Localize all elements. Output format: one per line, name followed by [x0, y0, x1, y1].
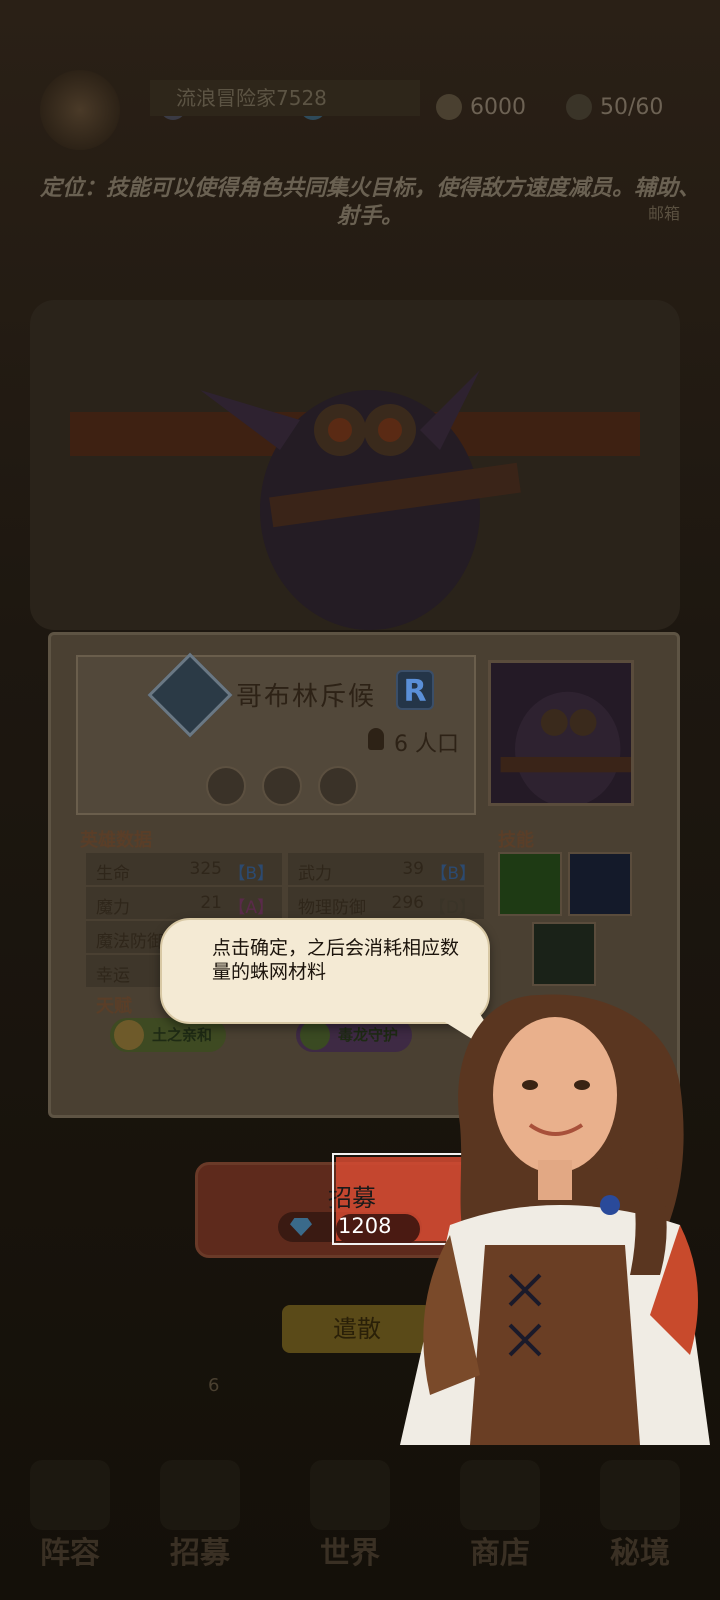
- hero-stats-title: 英雄数据: [80, 830, 152, 851]
- hero-population: 6 人口: [394, 732, 459, 757]
- nav-shop[interactable]: 商店: [440, 1528, 560, 1572]
- player-nickname: 流浪冒险家7528: [150, 80, 420, 116]
- rarity-badge: R: [396, 670, 434, 710]
- stat-value: 39: [402, 859, 424, 879]
- nav-world[interactable]: 世界: [290, 1528, 410, 1572]
- recruit-cost: 1208: [338, 1214, 392, 1238]
- race-goblin-icon[interactable]: [206, 766, 246, 806]
- stat-grade: 【D】: [428, 898, 476, 918]
- stat-key: 魔法防御: [96, 932, 164, 952]
- resource-population: 50/60: [566, 90, 663, 124]
- world-icon[interactable]: [310, 1460, 390, 1530]
- resource-gold: 6000: [436, 90, 526, 124]
- stat-key: 幸运: [96, 966, 130, 986]
- stat-grade: 【B】: [430, 864, 476, 884]
- talent-label: 土之亲和: [152, 1026, 213, 1044]
- guide-character: [400, 994, 710, 1445]
- recruit-button-label[interactable]: 招募: [328, 1178, 376, 1213]
- talent-icon: [300, 1020, 330, 1050]
- skill-bow-icon[interactable]: [498, 852, 562, 916]
- lineup-icon[interactable]: [30, 1460, 110, 1530]
- talent-label: 毒龙守护: [338, 1026, 399, 1044]
- stat-grade: 【A】: [228, 898, 274, 918]
- resource-population-value: 50/60: [600, 94, 664, 120]
- recruit-icon[interactable]: [160, 1460, 240, 1530]
- stat-grade: 【B】: [228, 864, 274, 884]
- nav-secret-realm[interactable]: 秘境: [580, 1528, 700, 1572]
- skills-title: 技能: [498, 830, 534, 851]
- stat-key: 生命: [96, 864, 130, 884]
- population-icon: [368, 728, 384, 750]
- shop-icon[interactable]: [460, 1460, 540, 1530]
- type-humanoid-icon[interactable]: [318, 766, 358, 806]
- stat-key: 武力: [298, 864, 332, 884]
- nav-recruit[interactable]: 招募: [140, 1528, 260, 1572]
- stat-key: 魔力: [96, 898, 130, 918]
- hero-portrait[interactable]: [488, 660, 634, 806]
- stat-key: 物理防御: [298, 898, 366, 918]
- gold-coin-icon: [436, 94, 462, 120]
- nav-lineup[interactable]: 阵容: [10, 1528, 130, 1572]
- person-icon: [566, 94, 592, 120]
- bottom-nav: 阵容 招募 世界 商店 秘境: [0, 1450, 720, 1600]
- resource-gold-value: 6000: [470, 94, 526, 120]
- hero-role-description: 定位：技能可以使得角色共同集火目标，使得敌方速度减员。辅助、射手。: [40, 176, 701, 229]
- hero-name: 哥布林斥候: [236, 682, 377, 712]
- stat-row: 物理防御 296 【D】: [288, 887, 484, 919]
- stat-row: 魔力 21 【A】: [86, 887, 282, 919]
- goblin-scout-artwork: [200, 370, 521, 630]
- talents-title: 天赋: [96, 996, 132, 1017]
- stat-value: 325: [189, 859, 222, 879]
- secret-realm-icon[interactable]: [600, 1460, 680, 1530]
- stat-row: 生命 325 【B】: [86, 853, 282, 885]
- stat-value: 21: [200, 893, 222, 913]
- player-avatar[interactable]: [40, 70, 120, 150]
- class-archer-icon[interactable]: [262, 766, 302, 806]
- stat-value: 296: [391, 893, 424, 913]
- talent-icon: [114, 1020, 144, 1050]
- hero-counter: 6: [208, 1375, 220, 1396]
- stat-row: 武力 39 【B】: [288, 853, 484, 885]
- skill-spark-icon[interactable]: [568, 852, 632, 916]
